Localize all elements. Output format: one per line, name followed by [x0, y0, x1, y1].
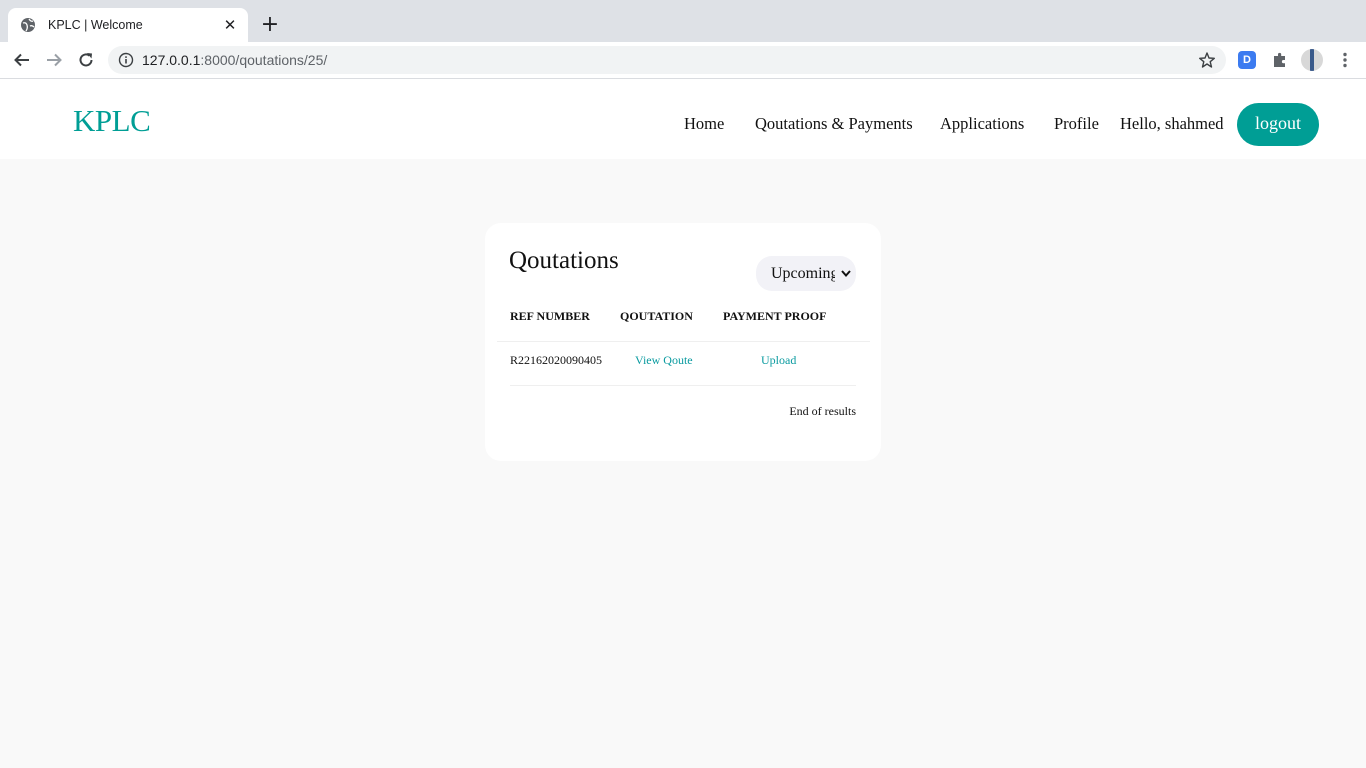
new-tab-button[interactable]: + [258, 12, 282, 37]
column-header-payment-proof: PAYMENT PROOF [723, 309, 827, 323]
nav-profile[interactable]: Profile [1054, 114, 1099, 134]
puzzle-icon[interactable] [1270, 50, 1290, 70]
star-icon[interactable] [1198, 51, 1216, 69]
upload-proof-link[interactable]: Upload [761, 353, 796, 368]
view-quote-link[interactable]: View Qoute [635, 353, 693, 368]
nav-quotations-payments[interactable]: Qoutations & Payments [755, 114, 913, 134]
logout-button[interactable]: logout [1237, 103, 1319, 146]
address-bar[interactable]: 127.0.0.1:8000/qoutations/25/ [108, 46, 1226, 74]
nav-home[interactable]: Home [684, 114, 724, 134]
nav-applications[interactable]: Applications [940, 114, 1024, 134]
column-header-ref: REF NUMBER [510, 309, 590, 323]
kebab-menu-icon[interactable] [1335, 50, 1355, 70]
site-header: KPLC Home Qoutations & Payments Applicat… [0, 79, 1366, 159]
reload-icon[interactable] [74, 48, 98, 72]
browser-tab[interactable]: KPLC | Welcome ✕ [8, 8, 248, 42]
url-path: :8000/qoutations/25/ [200, 52, 328, 68]
info-icon[interactable] [118, 52, 134, 68]
end-of-results: End of results [789, 404, 856, 418]
card-title: Qoutations [509, 247, 619, 274]
back-arrow-icon[interactable] [10, 48, 34, 72]
header-divider [497, 341, 870, 342]
url-text: 127.0.0.1:8000/qoutations/25/ [142, 52, 327, 68]
filter-value: Upcoming [771, 264, 835, 282]
column-header-quotation: QOUTATION [620, 309, 693, 323]
chevron-down-icon [840, 267, 852, 279]
quotations-card: Qoutations Upcoming REF NUMBER QOUTATION… [485, 223, 881, 461]
tab-title: KPLC | Welcome [48, 18, 143, 32]
forward-arrow-icon[interactable] [42, 48, 66, 72]
globe-icon [20, 17, 36, 33]
row-divider [510, 385, 856, 386]
url-host: 127.0.0.1 [142, 52, 201, 68]
status-filter-select[interactable]: Upcoming [756, 256, 856, 291]
user-greeting: Hello, shahmed [1120, 114, 1224, 133]
brand-logo[interactable]: KPLC [73, 103, 151, 139]
ref-number-cell: R22162020090405 [510, 353, 603, 367]
close-icon[interactable]: ✕ [222, 16, 238, 34]
avatar[interactable] [1301, 49, 1323, 71]
extension-d-icon[interactable]: D [1238, 51, 1256, 69]
browser-tabstrip: KPLC | Welcome ✕ + [0, 0, 1366, 42]
browser-toolbar: 127.0.0.1:8000/qoutations/25/ D [0, 42, 1366, 78]
